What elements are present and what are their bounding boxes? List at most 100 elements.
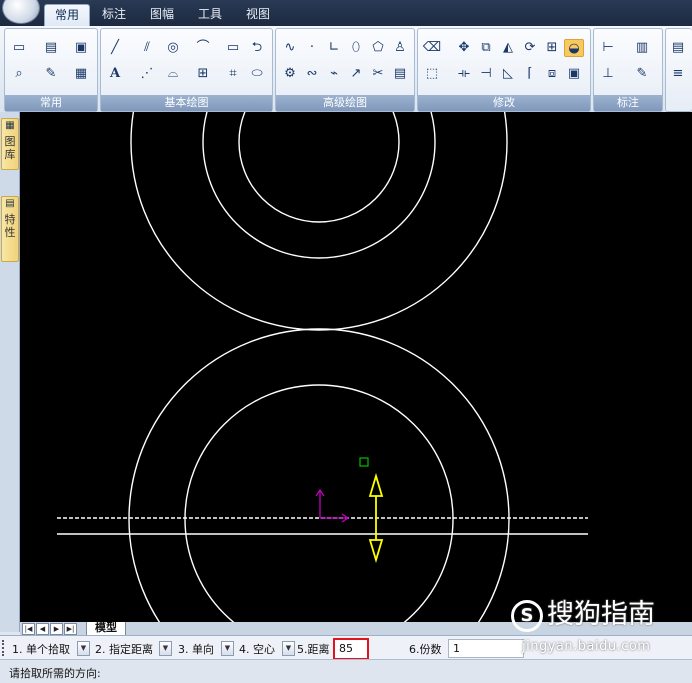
group-label-basic-draw: 基本绘图 <box>101 95 272 111</box>
copies-label: 6.份数 <box>409 643 442 656</box>
upper-inner-circle <box>238 112 400 223</box>
dock-tab-properties[interactable]: ▤ 特性 <box>1 196 19 262</box>
extend-icon[interactable]: ⊣ <box>476 65 496 83</box>
copy-icon[interactable]: ⧉ <box>476 39 496 57</box>
dock-tab-properties-label: 特性 <box>4 213 16 239</box>
option-specify-distance[interactable]: 2. 指定距离 <box>95 641 153 657</box>
linear-dimension-icon[interactable]: ⊢ <box>598 39 618 57</box>
tab-common[interactable]: 常用 <box>44 4 91 27</box>
group-advanced-draw: ∿ · ∟ ⬯ ⬠ ♙ ⚙ ∾ ⌁ ↗ ✂ ▤ 高级绘图 <box>275 28 415 112</box>
gear-tool-icon[interactable]: ⚙ <box>280 65 300 83</box>
group-label-dimension: 标注 <box>594 95 662 111</box>
mirror-icon[interactable]: ◭ <box>498 39 518 57</box>
point-icon[interactable]: · <box>302 39 322 57</box>
coordinate-dimension-icon[interactable]: ⊥ <box>598 65 618 83</box>
parallel-line-icon[interactable]: ⫽ <box>137 39 157 57</box>
line-icon[interactable]: ╱ <box>105 39 125 57</box>
stretch-icon[interactable]: ▣ <box>564 65 584 83</box>
option1-dropdown-icon[interactable]: ▼ <box>77 641 90 656</box>
hatch-icon[interactable]: ⌗ <box>223 65 243 83</box>
ellipse-tool-icon[interactable]: ⬯ <box>346 39 366 57</box>
watermark-logo: S 搜狗指南 <box>511 597 691 633</box>
scale-icon[interactable]: ⬚ <box>422 65 442 83</box>
option-one-way[interactable]: 3. 单向 <box>178 641 214 657</box>
properties-icon: ▤ <box>5 198 15 209</box>
fillet-icon[interactable]: ◺ <box>498 65 518 83</box>
upper-middle-circle <box>202 112 436 259</box>
zoom-icon[interactable]: ⌕ <box>9 65 29 83</box>
tab-dimension[interactable]: 标注 <box>92 4 136 26</box>
tab-tools[interactable]: 工具 <box>188 4 232 26</box>
ucs-axis-icon <box>315 488 350 523</box>
app-menu-button[interactable] <box>2 0 40 24</box>
first-tab-icon[interactable]: |◀ <box>22 623 35 635</box>
ribbon-panel: ▭ ▤ ▣ ⌕ ✎ ▦ 常用 ╱ ⫽ ◎ ⌒ ▭ ⮌ A ⋰ ⌓ ⊞ ⌗ ⬭ 基… <box>0 26 692 113</box>
upper-outer-circle <box>130 112 508 331</box>
offset-icon[interactable]: ◒ <box>564 39 584 57</box>
tab-sheet[interactable]: 图幅 <box>140 4 184 26</box>
edit-dimension-icon[interactable]: ✎ <box>632 65 652 83</box>
layer-icon[interactable]: ▦ <box>71 65 91 83</box>
group-common: ▭ ▤ ▣ ⌕ ✎ ▦ 常用 <box>4 28 98 112</box>
group-label-common: 常用 <box>5 95 97 111</box>
wave-line-icon[interactable]: ∾ <box>302 65 322 83</box>
circle-icon[interactable]: ◎ <box>163 39 183 57</box>
next-tab-icon[interactable]: ▶ <box>50 623 63 635</box>
polygon-icon[interactable]: ⬠ <box>368 39 388 57</box>
dock-tab-library-label: 图库 <box>4 135 16 161</box>
canvas-drawing <box>57 112 588 622</box>
group-label-modify: 修改 <box>418 95 590 111</box>
cut-icon[interactable]: ✂ <box>368 65 388 83</box>
dimension-arc-icon[interactable]: ⌓ <box>163 65 183 83</box>
chamfer-icon[interactable]: ⌈ <box>520 65 540 83</box>
watermark-brand: 搜狗指南 <box>547 599 655 630</box>
copies-input[interactable]: 1 <box>448 639 524 658</box>
new-file-icon[interactable]: ▭ <box>9 39 29 57</box>
tab-view[interactable]: 视图 <box>236 4 280 26</box>
menu-lines-icon[interactable]: ≡ <box>668 65 688 83</box>
open-icon[interactable]: ▣ <box>71 39 91 57</box>
group-basic-draw: ╱ ⫽ ◎ ⌒ ▭ ⮌ A ⋰ ⌓ ⊞ ⌗ ⬭ 基本绘图 <box>100 28 273 112</box>
arc-icon[interactable]: ⌒ <box>193 39 213 57</box>
erase-icon[interactable]: ⌫ <box>422 39 442 57</box>
drawing-canvas[interactable] <box>20 112 692 622</box>
array-icon[interactable]: ⊞ <box>542 39 562 57</box>
option4-dropdown-icon[interactable]: ▼ <box>282 641 295 656</box>
center-line-icon[interactable]: ⋰ <box>137 65 157 83</box>
block-icon[interactable]: ⊞ <box>193 65 213 83</box>
match-properties-icon[interactable]: ✎ <box>41 65 61 83</box>
tab-model[interactable]: 模型 <box>86 622 126 636</box>
spline-icon[interactable]: ∿ <box>280 39 300 57</box>
prev-tab-icon[interactable]: ◀ <box>36 623 49 635</box>
document-icon[interactable]: ▤ <box>668 39 688 57</box>
user-icon[interactable]: ♙ <box>390 39 410 57</box>
dock-tab-library[interactable]: ▦ 图库 <box>1 118 19 170</box>
save-icon[interactable]: ▤ <box>41 39 61 57</box>
option-single-pick[interactable]: 1. 单个拾取 <box>12 641 70 657</box>
rectangle-icon[interactable]: ▭ <box>223 39 243 57</box>
trim-icon[interactable]: ⟛ <box>454 65 474 83</box>
image-icon[interactable]: ▤ <box>390 65 410 83</box>
lower-inner-circle <box>184 384 454 622</box>
move-icon[interactable]: ✥ <box>454 39 474 57</box>
option-hollow[interactable]: 4. 空心 <box>239 641 275 657</box>
group-more: ▤ ≡ <box>665 28 692 112</box>
angle-line-icon[interactable]: ∟ <box>324 39 344 57</box>
toolbar-grip-icon[interactable] <box>2 640 7 656</box>
arrow-tool-icon[interactable]: ↗ <box>346 65 366 83</box>
ribbon-tab-bar: 常用 标注 图幅 工具 视图 <box>0 0 692 27</box>
distance-input[interactable]: 85 <box>333 638 369 660</box>
break-line-icon[interactable]: ⌁ <box>324 65 344 83</box>
snap-marker-icon <box>359 457 369 467</box>
watermark-url: jingyan.baidu.com <box>522 639 651 654</box>
option3-dropdown-icon[interactable]: ▼ <box>221 641 234 656</box>
last-tab-icon[interactable]: ▶| <box>64 623 77 635</box>
polyline-icon[interactable]: ⮌ <box>247 39 267 57</box>
text-icon[interactable]: A <box>105 65 125 83</box>
explode-icon[interactable]: ⧈ <box>542 65 562 83</box>
option2-dropdown-icon[interactable]: ▼ <box>159 641 172 656</box>
lower-outer-circle <box>128 328 510 622</box>
ellipse-icon[interactable]: ⬭ <box>247 65 267 83</box>
dimension-style-icon[interactable]: ▥ <box>632 39 652 57</box>
rotate-icon[interactable]: ⟳ <box>520 39 540 57</box>
